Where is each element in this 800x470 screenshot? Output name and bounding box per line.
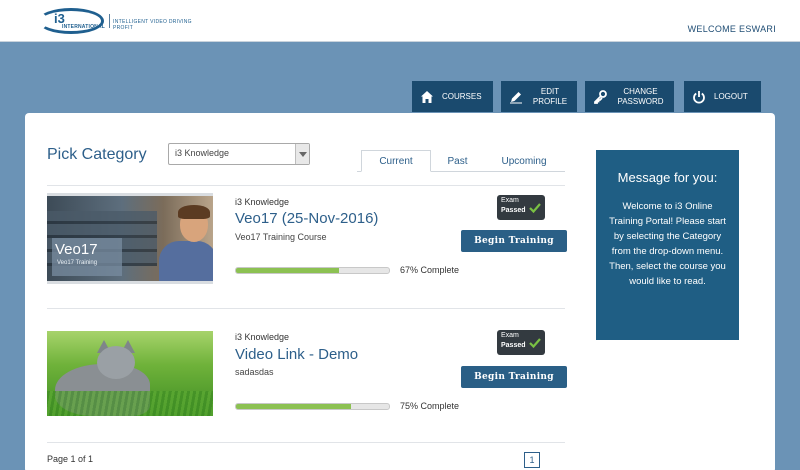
thumbnail-person [159, 241, 213, 281]
power-icon [692, 90, 706, 104]
welcome-text: WELCOME ESWARI [687, 24, 776, 34]
exam-label: Exam [501, 197, 519, 204]
course-title[interactable]: Veo17 (25-Nov-2016) [235, 210, 378, 227]
exam-status: Passed [501, 342, 526, 349]
pick-category-title: Pick Category [47, 146, 147, 163]
course-subtitle: Veo17 Training Course [235, 232, 327, 242]
pencil-icon [509, 90, 523, 104]
checkmark-icon [529, 338, 541, 349]
progress-text: 75% Complete [400, 401, 460, 411]
logo-swoosh-icon [38, 8, 104, 34]
page-number-button[interactable]: 1 [524, 452, 540, 468]
courses-button[interactable]: COURSES [412, 81, 493, 112]
progress-bar [235, 403, 390, 410]
thumbnail-person-hair [178, 205, 210, 219]
logo-divider [109, 14, 110, 28]
course-thumbnail[interactable]: Veo17 Veo17 Training [47, 193, 213, 284]
edit-profile-button[interactable]: EDIT PROFILE [501, 81, 577, 112]
course-category: i3 Knowledge [235, 197, 290, 207]
i3-logo[interactable]: i3 INTERNATIONAL INTELLIGENT VIDEO DRIVI… [38, 8, 208, 34]
tab-upcoming[interactable]: Upcoming [487, 150, 561, 172]
message-box: Message for you: Welcome to i3 Online Tr… [596, 150, 739, 340]
progress-bar [235, 267, 390, 274]
exam-status: Passed [501, 207, 526, 214]
list-divider [47, 308, 565, 309]
course-item: i3 Knowledge Video Link - Demo sadasdas … [47, 328, 567, 438]
category-select-value: i3 Knowledge [175, 148, 230, 158]
message-title: Message for you: [617, 170, 718, 185]
begin-training-button[interactable]: Begin Training [461, 230, 567, 252]
key-icon [593, 89, 607, 104]
course-title[interactable]: Video Link - Demo [235, 346, 358, 363]
tab-current[interactable]: Current [361, 150, 431, 172]
progress-fill [236, 404, 351, 409]
exam-passed-badge: Exam Passed [497, 195, 545, 220]
courses-label: COURSES [442, 91, 482, 101]
chevron-down-icon [295, 144, 309, 164]
exam-passed-badge: Exam Passed [497, 330, 545, 355]
thumbnail-grass [47, 391, 213, 416]
progress-fill [236, 268, 339, 273]
tab-past[interactable]: Past [435, 150, 480, 172]
logout-label: LOGOUT [714, 91, 748, 101]
category-select[interactable]: i3 Knowledge [168, 143, 310, 165]
course-thumbnail[interactable] [47, 331, 213, 416]
logo-subtext: INTERNATIONAL [62, 24, 106, 30]
checkmark-icon [529, 203, 541, 214]
pagination-info: Page 1 of 1 [47, 454, 94, 464]
list-divider [47, 442, 565, 443]
course-category: i3 Knowledge [235, 332, 290, 342]
change-password-label: CHANGE PASSWORD [617, 86, 664, 106]
top-header: i3 INTERNATIONAL INTELLIGENT VIDEO DRIVI… [0, 0, 800, 42]
exam-label: Exam [501, 332, 519, 339]
main-panel: Pick Category i3 Knowledge Current Past … [25, 113, 775, 470]
thumbnail-cat-head [97, 346, 135, 379]
begin-training-button[interactable]: Begin Training [461, 366, 567, 388]
message-body: Welcome to i3 Online Training Portal! Pl… [609, 201, 726, 287]
course-item: Veo17 Veo17 Training i3 Knowledge Veo17 … [47, 193, 567, 303]
logo-tagline: INTELLIGENT VIDEO DRIVING PROFIT [113, 19, 192, 31]
list-divider [47, 185, 565, 186]
logout-button[interactable]: LOGOUT [684, 81, 761, 112]
thumbnail-caption-small: Veo17 Training [57, 260, 98, 266]
progress-text: 67% Complete [400, 265, 460, 275]
edit-profile-label: EDIT PROFILE [532, 86, 568, 106]
thumbnail-caption: Veo17 [55, 241, 98, 258]
home-icon [420, 90, 434, 104]
change-password-button[interactable]: CHANGE PASSWORD [585, 81, 674, 112]
course-subtitle: sadasdas [235, 367, 274, 377]
